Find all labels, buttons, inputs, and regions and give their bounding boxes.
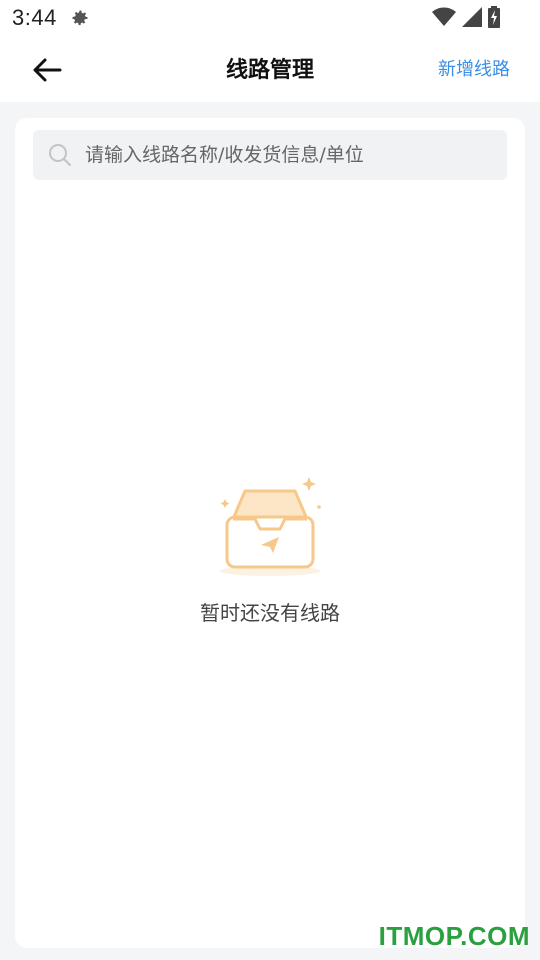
search-bar[interactable] bbox=[33, 130, 507, 180]
status-icons bbox=[432, 6, 500, 28]
search-icon bbox=[49, 144, 71, 166]
signal-icon bbox=[462, 7, 482, 27]
empty-state: 暂时还没有线路 bbox=[15, 473, 525, 626]
watermark: ITMOP.COM bbox=[378, 921, 530, 951]
search-input[interactable] bbox=[83, 143, 487, 167]
gear-icon bbox=[72, 10, 88, 26]
wifi-icon bbox=[432, 7, 456, 26]
status-bar: 3:44 bbox=[0, 0, 540, 38]
screen: 3:44 线路管理 新增线路 请输入线路名称/收发货信息/单位 暂时还没有线路 … bbox=[0, 0, 540, 960]
add-route-button[interactable]: 新增线路 bbox=[438, 55, 510, 81]
empty-inbox-icon bbox=[220, 477, 321, 576]
status-time: 3:44 bbox=[12, 5, 57, 30]
app-header: 线路管理 新增线路 bbox=[0, 38, 540, 102]
empty-message: 暂时还没有线路 bbox=[200, 601, 340, 625]
battery-charging-icon bbox=[488, 6, 500, 28]
content-card: 暂时还没有线路 bbox=[15, 118, 525, 948]
